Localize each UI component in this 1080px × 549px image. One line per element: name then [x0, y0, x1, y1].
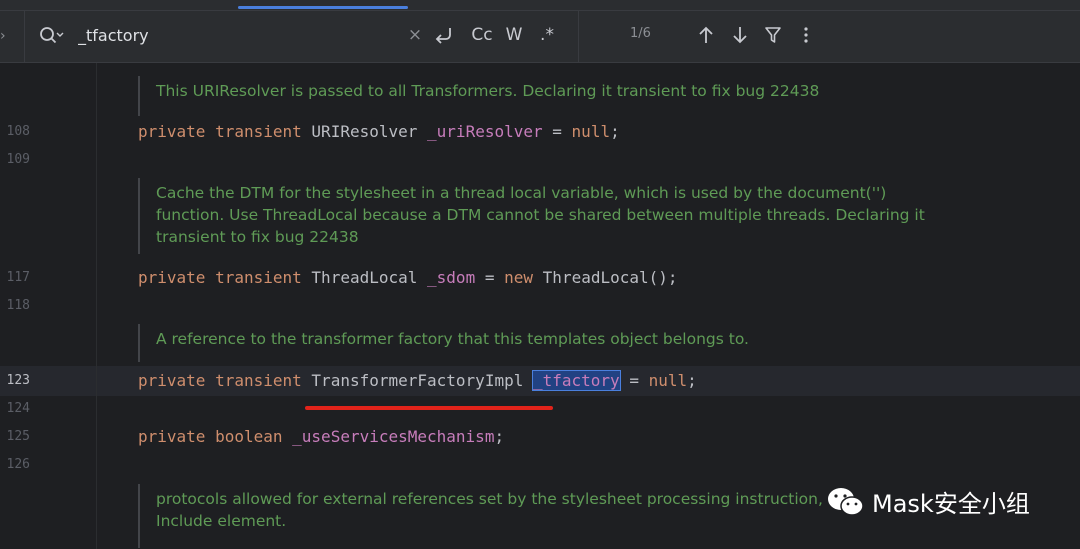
doc-comment-line: Cache the DTM for the stylesheet in a th…	[156, 184, 887, 202]
divider	[24, 10, 25, 62]
line-number[interactable]: 126	[0, 457, 30, 472]
semicolon: ;	[610, 122, 620, 141]
keyword: transient	[215, 122, 302, 141]
operator: =	[484, 268, 495, 287]
doc-comment: protocols allowed for external reference…	[138, 484, 823, 548]
code-line-125: private boolean _useServicesMechanism;	[138, 427, 504, 446]
keyword: private	[138, 122, 206, 141]
divider	[578, 10, 579, 62]
line-number[interactable]: 118	[0, 298, 30, 313]
search-history-icon[interactable]	[36, 22, 66, 48]
keyword: transient	[215, 268, 302, 287]
operator: =	[552, 122, 562, 141]
line-number[interactable]: 108	[0, 124, 30, 139]
keyword: boolean	[215, 427, 283, 446]
clear-search-icon[interactable]: ×	[404, 22, 426, 48]
doc-comment-line: transient to fix bug 22438	[156, 228, 359, 246]
next-occurrence-icon[interactable]	[728, 22, 752, 48]
find-bar: › × Cc W .* 1/6	[0, 0, 1080, 63]
code-line-108: private transient URIResolver _uriResolv…	[138, 122, 620, 141]
whole-word-button[interactable]: W	[502, 22, 526, 48]
match-case-button[interactable]: Cc	[466, 22, 498, 48]
field-name: _sdom	[427, 268, 476, 287]
search-match-highlight[interactable]: _tfactory	[531, 370, 621, 391]
doc-comment: A reference to the transformer factory t…	[138, 324, 749, 362]
search-input[interactable]	[78, 22, 398, 48]
previous-occurrence-icon[interactable]	[694, 22, 718, 48]
wechat-logo-icon	[828, 487, 864, 516]
type-name: ThreadLocal	[311, 268, 418, 287]
field-name: _useServicesMechanism	[292, 427, 495, 446]
doc-comment-line: A reference to the transformer factory t…	[156, 330, 749, 348]
doc-comment-line: protocols allowed for external reference…	[156, 490, 823, 508]
doc-comment-line: This URIResolver is passed to all Transf…	[156, 82, 820, 100]
tab-divider	[0, 10, 1080, 11]
keyword: null	[648, 371, 688, 390]
active-tab-indicator	[238, 6, 408, 9]
line-number[interactable]: 109	[0, 152, 30, 167]
keyword: transient	[215, 371, 302, 390]
newline-icon[interactable]	[430, 22, 456, 48]
constructor-call: ThreadLocal();	[542, 268, 678, 287]
code-line-123: private transient TransformerFactoryImpl…	[138, 370, 697, 391]
type-name: URIResolver	[311, 122, 418, 141]
match-counter: 1/6	[630, 26, 651, 41]
keyword: private	[138, 371, 206, 390]
filter-icon[interactable]	[760, 22, 786, 48]
doc-comment-line: function. Use ThreadLocal because a DTM …	[156, 206, 925, 224]
regex-button[interactable]: .*	[534, 22, 560, 48]
line-number[interactable]: 117	[0, 270, 30, 285]
line-number[interactable]: 123	[0, 373, 30, 388]
doc-comment-line: Include element.	[156, 512, 287, 530]
collapse-icon[interactable]: ›	[0, 28, 10, 44]
keyword: new	[504, 268, 534, 287]
doc-comment: This URIResolver is passed to all Transf…	[138, 76, 819, 116]
code-line-117: private transient ThreadLocal _sdom = ne…	[138, 268, 678, 287]
keyword: private	[138, 268, 206, 287]
field-name: _uriResolver	[427, 122, 543, 141]
type-name: TransformerFactoryImpl	[311, 371, 524, 390]
watermark-text: Mask安全小组	[872, 490, 1030, 518]
keyword: null	[571, 122, 611, 141]
line-number[interactable]: 124	[0, 401, 30, 416]
semicolon: ;	[494, 427, 505, 446]
keyword: private	[138, 427, 206, 446]
red-underline-annotation	[305, 406, 553, 410]
gutter-divider	[96, 63, 97, 549]
line-number[interactable]: 125	[0, 429, 30, 444]
semicolon: ;	[687, 371, 697, 390]
doc-comment: Cache the DTM for the stylesheet in a th…	[138, 178, 925, 254]
operator: =	[629, 371, 639, 390]
watermark: Mask安全小组	[826, 484, 1030, 519]
more-options-icon[interactable]	[796, 22, 816, 48]
